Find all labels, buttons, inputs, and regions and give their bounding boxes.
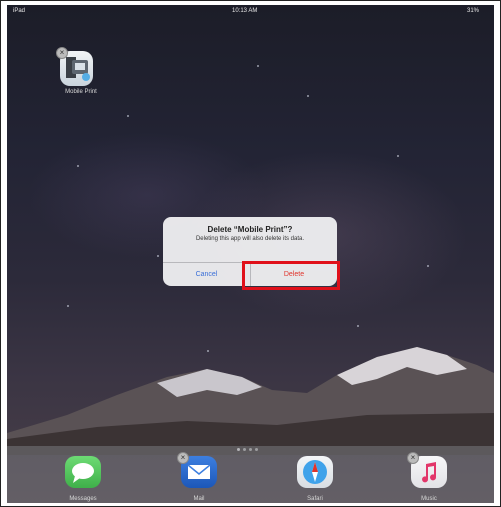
messages-icon [65,456,101,488]
dock: Messages × Mail Safari × Music [7,446,494,503]
app-label: Mail [193,496,205,502]
dock-app-safari[interactable]: Safari [291,456,339,502]
dialog-message: Deleting this app will also delete its d… [195,236,305,242]
status-bar: iPad 10:13 AM 31% [7,5,494,19]
dock-app-messages[interactable]: Messages [59,456,107,502]
mail-icon: × [177,452,217,488]
music-icon: × [407,452,447,488]
app-mobile-print[interactable]: × Mobile Print [53,47,109,105]
safari-icon [297,456,333,488]
battery-label: 31% [467,8,480,14]
delete-button-highlight [242,261,340,290]
star [77,165,79,167]
delete-badge-icon[interactable]: × [407,452,419,464]
dock-app-mail[interactable]: × Mail [175,452,223,502]
carrier-label: iPad [13,8,26,14]
star [67,305,69,307]
star [127,115,129,117]
dock-app-music[interactable]: × Music [405,452,453,502]
star [257,65,259,67]
app-label: Messages [69,496,97,502]
app-label: Safari [307,496,323,502]
star [397,155,399,157]
star [157,255,159,257]
delete-badge-icon[interactable]: × [56,47,68,59]
star [307,95,309,97]
app-label: Mobile Print [65,89,97,95]
dialog-title: Delete “Mobile Print”? [207,225,293,234]
star [357,325,359,327]
app-label: Music [421,496,437,502]
screenshot-frame: iPad 10:13 AM 31% × Mobile Print Message… [0,0,501,507]
printer-icon: × [56,47,93,86]
star [427,265,429,267]
page-indicator [237,438,287,451]
cancel-button[interactable]: Cancel [163,263,250,286]
delete-badge-icon[interactable]: × [177,452,189,464]
mountain-wallpaper [7,347,494,455]
clock-label: 10:13 AM [232,8,258,14]
